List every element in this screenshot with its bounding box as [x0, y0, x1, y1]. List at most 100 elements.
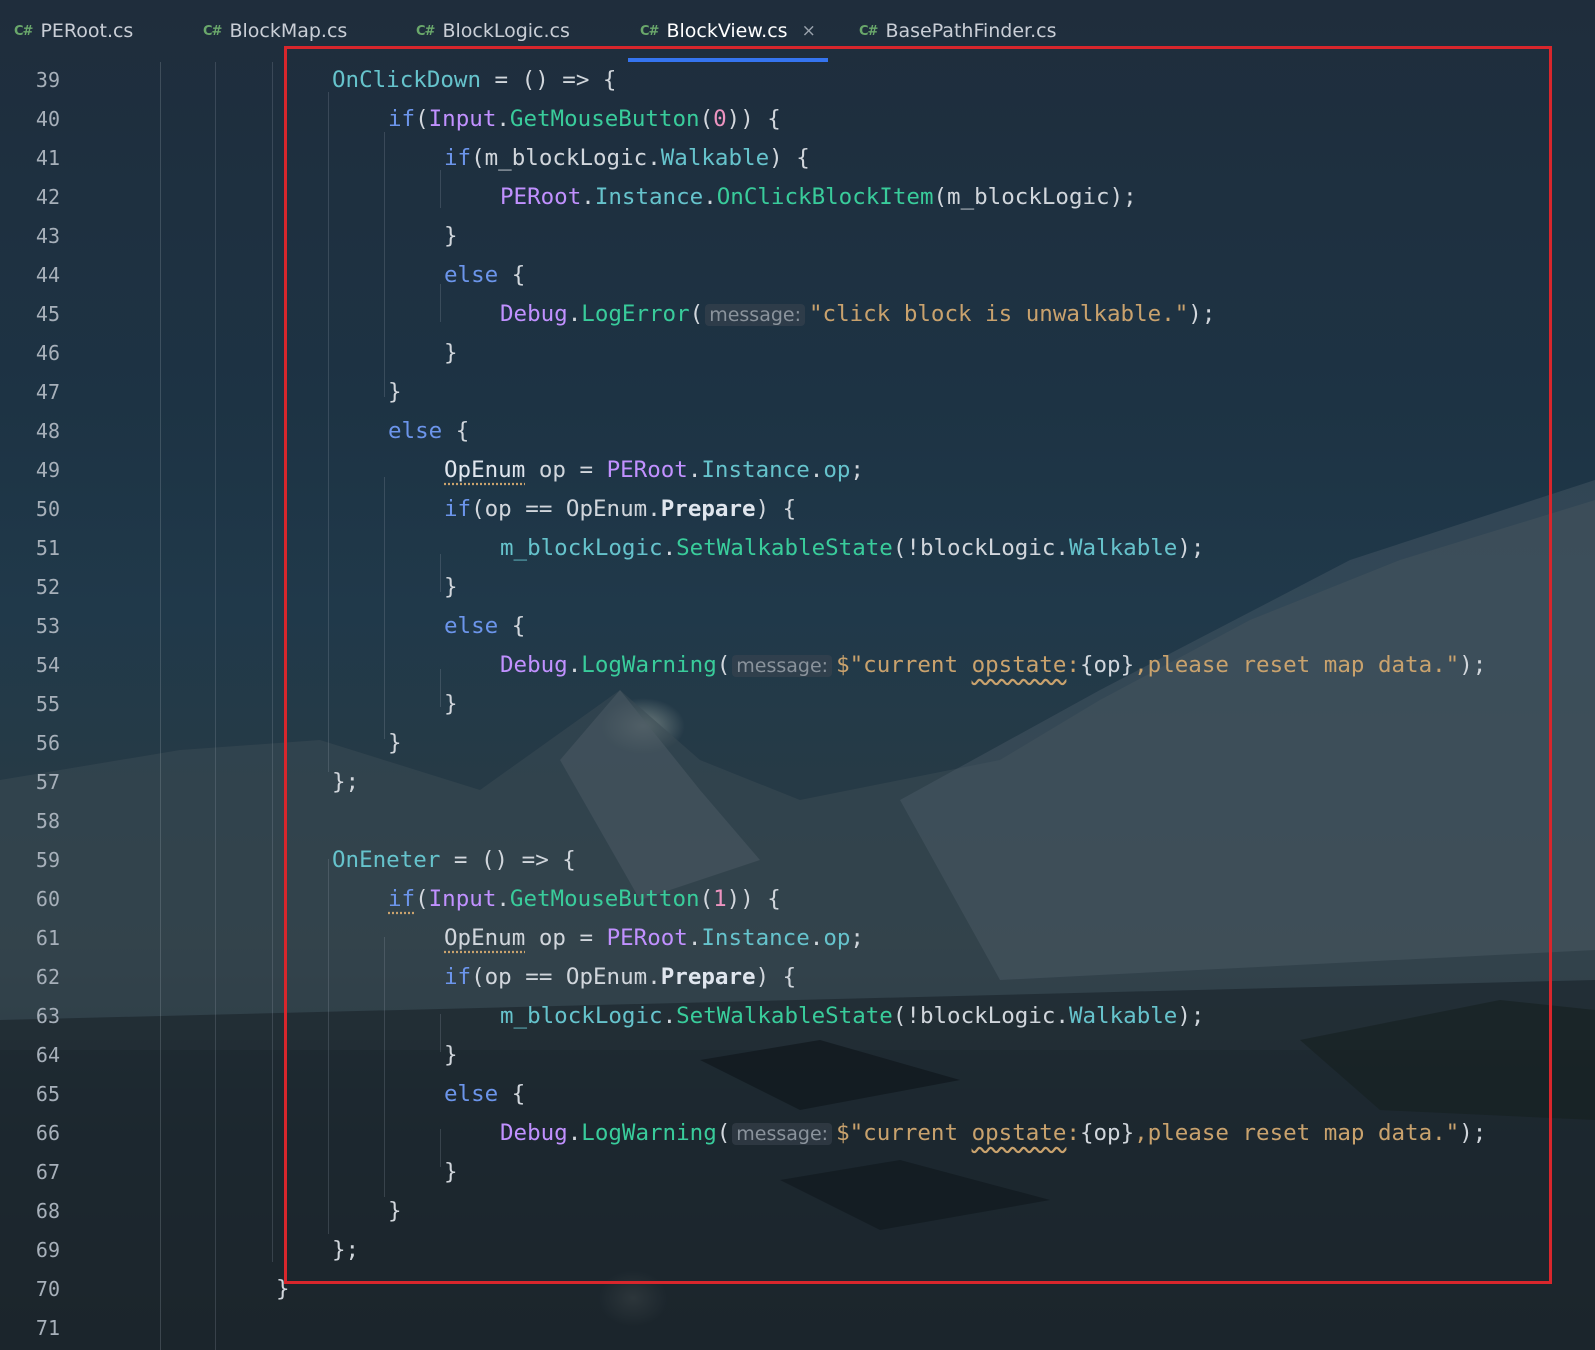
- csharp-file-icon: C#: [14, 23, 33, 39]
- parameter-hint: message:: [705, 304, 805, 326]
- line-number: 59: [35, 848, 60, 872]
- code-line: 49 OpEnum op = PERoot.Instance.op;: [0, 451, 1595, 490]
- code-text: m_blockLogic.SetWalkableState(!blockLogi…: [500, 535, 1205, 561]
- code-line: 59 OnEneter = () => {: [0, 841, 1595, 880]
- line-number: 56: [35, 731, 60, 755]
- line-number: 51: [35, 536, 60, 560]
- code-text: }: [388, 1198, 402, 1224]
- code-text: }: [444, 574, 458, 600]
- line-number: 71: [35, 1316, 60, 1340]
- tab-peroot[interactable]: C# PERoot.cs: [14, 0, 133, 62]
- code-line: 60 if(Input.GetMouseButton(1)) {: [0, 880, 1595, 919]
- code-line: 68}: [0, 1192, 1595, 1231]
- code-text: }: [444, 340, 458, 366]
- code-text: else {: [444, 1081, 526, 1107]
- code-text: if(m_blockLogic.Walkable) {: [444, 145, 810, 171]
- code-text: if(op == OpEnum.Prepare) {: [444, 496, 797, 522]
- code-text: }: [444, 1159, 458, 1185]
- code-text: Debug.LogError(message: "click block is u…: [500, 301, 1216, 327]
- line-number: 42: [35, 185, 60, 209]
- code-line: 48 else {: [0, 412, 1595, 451]
- code-line: 41 if(m_blockLogic.Walkable) {: [0, 139, 1595, 178]
- line-number: 39: [35, 68, 60, 92]
- tab-blocklogic[interactable]: C# BlockLogic.cs: [416, 0, 570, 62]
- csharp-file-icon: C#: [640, 23, 659, 39]
- line-number: 49: [35, 458, 60, 482]
- code-text: m_blockLogic.SetWalkableState(!blockLogi…: [500, 1003, 1205, 1029]
- code-line: 69};: [0, 1231, 1595, 1270]
- line-number: 62: [35, 965, 60, 989]
- code-editor[interactable]: 39 OnClickDown = () => { 40 if(Input.GetMo…: [0, 62, 1595, 1350]
- code-text: }: [388, 730, 402, 756]
- code-text: }: [444, 223, 458, 249]
- line-number: 53: [35, 614, 60, 638]
- line-number: 55: [35, 692, 60, 716]
- line-number: 47: [35, 380, 60, 404]
- csharp-file-icon: C#: [859, 23, 878, 39]
- code-text: OpEnum op = PERoot.Instance.op;: [444, 457, 864, 483]
- code-text: Debug.LogWarning(message: $"current opsta…: [500, 652, 1487, 678]
- code-text: };: [332, 769, 360, 795]
- code-line: 57};: [0, 763, 1595, 802]
- code-text: }: [276, 1276, 290, 1302]
- editor-tab-bar: C# PERoot.cs C# BlockMap.cs C# BlockLogi…: [0, 0, 1595, 62]
- tab-label: PERoot.cs: [40, 20, 134, 42]
- tab-blockview[interactable]: C# BlockView.cs ×: [628, 0, 828, 62]
- tab-label: BasePathFinder.cs: [885, 20, 1057, 42]
- line-number: 58: [35, 809, 60, 833]
- tab-basepathfinder[interactable]: C# BasePathFinder.cs: [859, 0, 1057, 62]
- code-text: }: [444, 1042, 458, 1068]
- code-text: Debug.LogWarning(message: $"current opsta…: [500, 1120, 1487, 1146]
- line-number: 54: [35, 653, 60, 677]
- code-text: if(Input.GetMouseButton(0)) {: [388, 106, 781, 132]
- line-number: 67: [35, 1160, 60, 1184]
- line-number: 41: [35, 146, 60, 170]
- code-line: 40 if(Input.GetMouseButton(0)) {: [0, 100, 1595, 139]
- code-text: PERoot.Instance.OnClickBlockItem(m_block…: [500, 184, 1137, 210]
- tab-label: BlockView.cs: [666, 20, 788, 42]
- line-number: 50: [35, 497, 60, 521]
- code-line: 55}: [0, 685, 1595, 724]
- code-line: 52}: [0, 568, 1595, 607]
- line-number: 43: [35, 224, 60, 248]
- line-number: 45: [35, 302, 60, 326]
- line-number: 70: [35, 1277, 60, 1301]
- code-text: else {: [444, 262, 526, 288]
- code-line: 51 m_blockLogic.SetWalkableState(!blockLo…: [0, 529, 1595, 568]
- csharp-file-icon: C#: [203, 23, 222, 39]
- code-text: OnClickDown = () => {: [332, 67, 617, 93]
- line-number: 69: [35, 1238, 60, 1262]
- code-line: 58: [0, 802, 1595, 841]
- code-line: 67}: [0, 1153, 1595, 1192]
- code-line: 46}: [0, 334, 1595, 373]
- tab-blockmap[interactable]: C# BlockMap.cs: [203, 0, 347, 62]
- line-number: 65: [35, 1082, 60, 1106]
- code-line: 66 Debug.LogWarning(message: $"current ops…: [0, 1114, 1595, 1153]
- code-line: 71: [0, 1309, 1595, 1348]
- code-line: 44 else {: [0, 256, 1595, 295]
- code-line: 47}: [0, 373, 1595, 412]
- code-text: OnEneter = () => {: [332, 847, 576, 873]
- close-icon[interactable]: ×: [802, 21, 816, 41]
- parameter-hint: message:: [732, 655, 833, 677]
- line-number: 44: [35, 263, 60, 287]
- code-text: };: [332, 1237, 360, 1263]
- active-tab-indicator: [628, 58, 828, 62]
- line-number: 68: [35, 1199, 60, 1223]
- code-line: 43}: [0, 217, 1595, 256]
- code-text: }: [388, 379, 402, 405]
- code-line: 54 Debug.LogWarning(message: $"current ops…: [0, 646, 1595, 685]
- code-line: 62 if(op == OpEnum.Prepare) {: [0, 958, 1595, 997]
- tab-label: BlockMap.cs: [229, 20, 348, 42]
- code-text: }: [444, 691, 458, 717]
- line-number: 46: [35, 341, 60, 365]
- line-number: 40: [35, 107, 60, 131]
- code-line: 64}: [0, 1036, 1595, 1075]
- code-line: 70}: [0, 1270, 1595, 1309]
- code-text: if(Input.GetMouseButton(1)) {: [388, 886, 781, 912]
- code-line: 56}: [0, 724, 1595, 763]
- line-number: 48: [35, 419, 60, 443]
- csharp-file-icon: C#: [416, 23, 435, 39]
- parameter-hint: message:: [732, 1123, 833, 1145]
- line-number: 60: [35, 887, 60, 911]
